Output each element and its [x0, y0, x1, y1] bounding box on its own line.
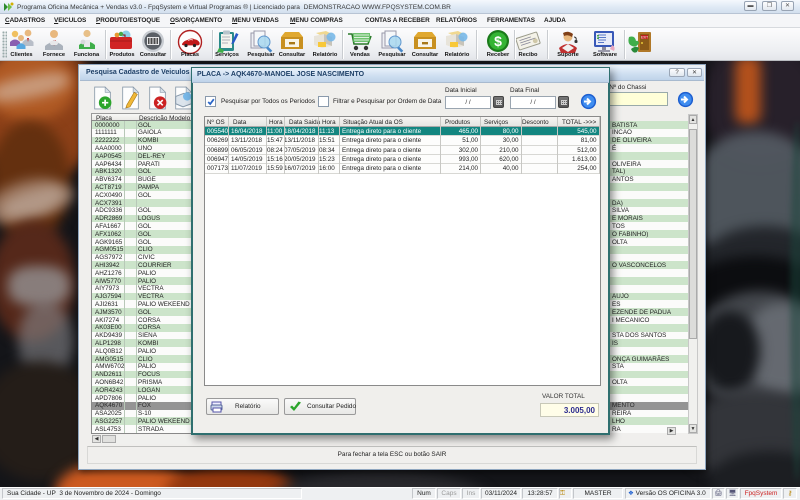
svg-text:$: $ — [494, 33, 502, 49]
svg-text:EXIT: EXIT — [641, 35, 648, 39]
